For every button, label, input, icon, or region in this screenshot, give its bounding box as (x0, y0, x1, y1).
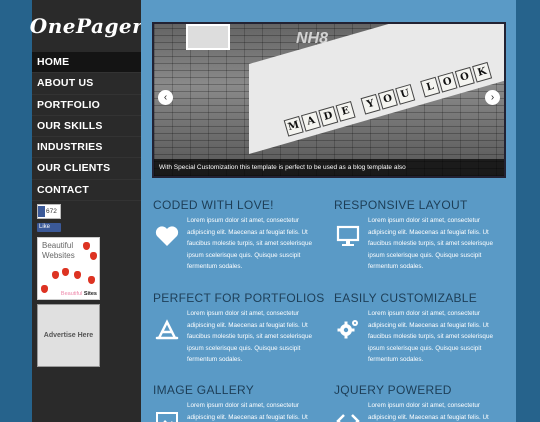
feature-title: jQuery Powered (334, 383, 452, 397)
strawberry-icon (62, 268, 69, 276)
main-nav: Home About Us Portfolio Our Skills Indus… (32, 52, 141, 202)
feature-image-gallery: Image Gallery Lorem ipsum dolor sit amet… (153, 383, 328, 422)
feature-coded-with-love: Coded with love! Lorem ipsum dolor sit a… (153, 198, 328, 270)
feature-title: Responsive Layout (334, 198, 468, 212)
sidebar: OnePager Home About Us Portfolio Our Ski… (30, 0, 143, 422)
feature-title: Coded with love! (153, 198, 274, 212)
slider-next-button[interactable]: › (485, 90, 500, 105)
strawberry-icon (88, 276, 95, 284)
ad-brand-prefix: Beautiful (60, 291, 83, 297)
like-count: 672 (46, 208, 57, 215)
nav-item-contact[interactable]: Contact (32, 180, 141, 202)
nav-item-industries[interactable]: Industries (32, 137, 141, 159)
image-slider[interactable]: NH8 M A D E Y O U L O O K ‹ › With Speci… (152, 22, 506, 178)
like-count-box: 672 (37, 204, 61, 219)
monitor-icon (334, 222, 362, 250)
app-store-icon (153, 315, 181, 343)
advertise-here-label: Advertise Here (43, 332, 94, 339)
feature-jquery-powered: jQuery Powered Lorem ipsum dolor sit ame… (334, 383, 509, 422)
heart-icon (153, 222, 181, 250)
feature-title: Perfect for portfolios (153, 291, 325, 305)
feature-text: Lorem ipsum dolor sit amet, consectetur … (187, 217, 312, 270)
main-content: NH8 M A D E Y O U L O O K ‹ › With Speci… (141, 0, 516, 422)
slide-window (186, 24, 230, 50)
feature-title: Image Gallery (153, 383, 255, 397)
facebook-like-widget: 672 Like (37, 204, 61, 232)
nav-item-our-skills[interactable]: Our Skills (32, 116, 141, 138)
feature-easily-customizable: Easily Customizable Lorem ipsum dolor si… (334, 291, 509, 363)
code-icon (334, 407, 362, 422)
feature-text: Lorem ipsum dolor sit amet, consectetur … (187, 310, 312, 363)
strawberry-icon (90, 252, 97, 260)
nav-item-home[interactable]: Home (32, 52, 141, 74)
strawberry-icon (41, 285, 48, 293)
feature-text: Lorem ipsum dolor sit amet, consectetur … (368, 402, 489, 421)
slide-caption: With Special Customization this template… (154, 159, 504, 176)
feature-perfect-for-portfolios: Perfect for portfolios Lorem ipsum dolor… (153, 291, 328, 363)
strawberry-icon (83, 242, 90, 250)
gears-icon (334, 315, 362, 343)
feature-responsive-layout: Responsive Layout Lorem ipsum dolor sit … (334, 198, 509, 270)
slider-prev-button[interactable]: ‹ (158, 90, 173, 105)
feature-text: Lorem ipsum dolor sit amet, consectetur … (368, 217, 493, 270)
image-icon (153, 407, 181, 422)
ad-banner-beautiful-websites[interactable]: Beautiful Websites Beautiful Sites (37, 237, 100, 300)
nav-item-our-clients[interactable]: Our Clients (32, 158, 141, 180)
ad-brand: Beautiful Sites (61, 291, 97, 297)
advertise-here-box[interactable]: Advertise Here (37, 304, 100, 367)
page: OnePager Home About Us Portfolio Our Ski… (30, 0, 516, 422)
strawberry-icon (74, 271, 81, 279)
nav-item-about-us[interactable]: About Us (32, 73, 141, 95)
facebook-like-button[interactable]: Like (37, 223, 61, 232)
site-logo[interactable]: OnePager (30, 0, 143, 52)
ad-brand-suffix: Sites (83, 291, 97, 297)
thumbs-up-icon (38, 206, 45, 217)
strawberry-icon (52, 271, 59, 279)
feature-text: Lorem ipsum dolor sit amet, consectetur … (368, 310, 493, 363)
feature-text: Lorem ipsum dolor sit amet, consectetur … (187, 402, 308, 421)
feature-title: Easily Customizable (334, 291, 478, 305)
nav-item-portfolio[interactable]: Portfolio (32, 95, 141, 116)
ad-title: Beautiful Websites (42, 241, 75, 260)
